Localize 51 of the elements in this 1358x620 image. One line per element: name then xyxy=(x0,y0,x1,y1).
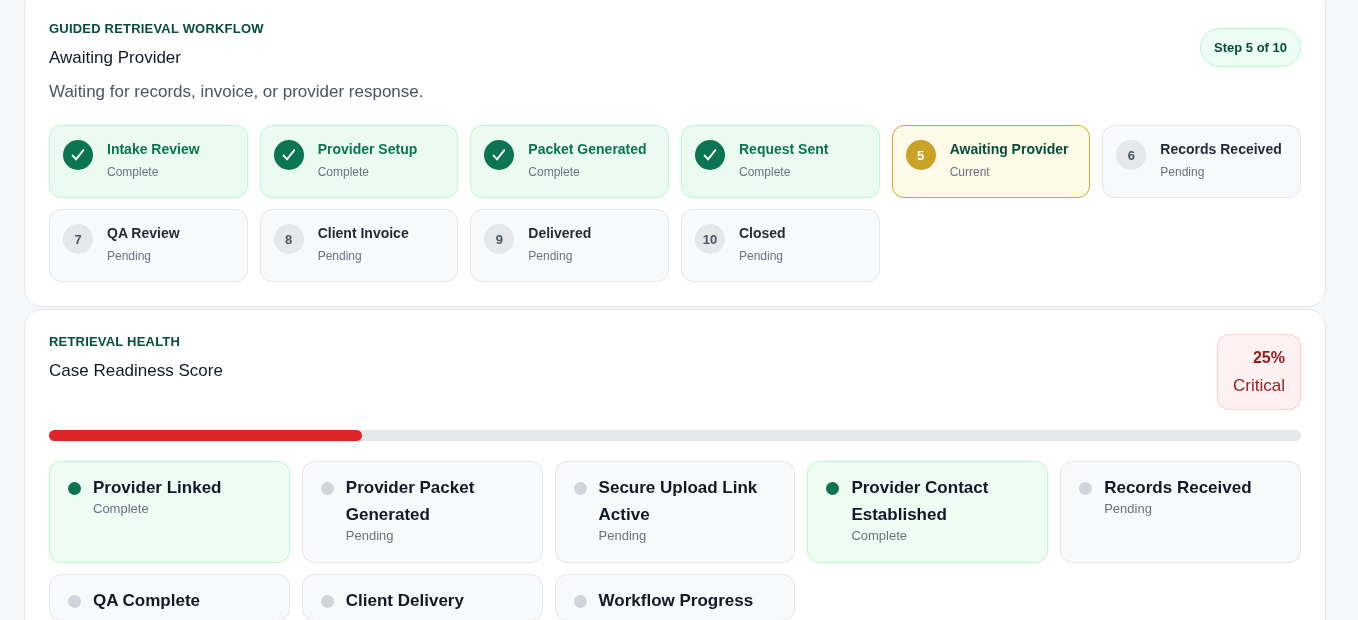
check-title: Records Received xyxy=(1104,477,1252,499)
check-icon xyxy=(63,140,93,170)
step-number: 7 xyxy=(63,224,93,254)
check-icon xyxy=(273,140,304,170)
step-status: Pending xyxy=(317,249,363,263)
step-status: Pending xyxy=(107,249,153,263)
step-status: Complete xyxy=(317,165,370,179)
step-status: Complete xyxy=(107,165,160,179)
check-status: Complete xyxy=(851,528,909,543)
section-label: RETRIEVAL HEALTH xyxy=(49,334,182,349)
step-title: Delivered xyxy=(528,225,592,241)
step-number: 6 xyxy=(1116,140,1147,170)
check-title: QA Complete xyxy=(93,590,201,612)
section-label: GUIDED RETRIEVAL WORKFLOW xyxy=(49,21,265,36)
step-status: Pending xyxy=(528,249,574,263)
check-title: Workflow Progress xyxy=(598,590,754,612)
step-number: 9 xyxy=(484,224,515,254)
step-title: Records Received xyxy=(1160,141,1282,157)
step-title: Intake Review xyxy=(107,141,200,157)
stage-title: Awaiting Provider xyxy=(49,48,182,68)
step-title: Closed xyxy=(739,225,786,241)
check-status: Pending xyxy=(1104,501,1153,516)
stage-description: Waiting for records, invoice, or provider response. xyxy=(49,82,424,102)
check-title: Secure Upload Link Active xyxy=(598,477,759,526)
score-title: Case Readiness Score xyxy=(49,361,223,381)
step-badge: Step 5 of 10 xyxy=(1200,28,1301,67)
step-title: QA Review xyxy=(107,225,180,241)
step-status: Complete xyxy=(528,165,581,179)
step-number: 10 xyxy=(695,224,725,254)
score-value: 25% xyxy=(1252,349,1285,367)
step-title: Provider Setup xyxy=(317,141,418,157)
check-status: Pending xyxy=(345,528,395,543)
check-title: Provider Contact Established xyxy=(851,477,990,526)
check-status: Pending xyxy=(598,528,648,543)
check-status: Complete xyxy=(93,501,150,516)
check-title: Provider Linked xyxy=(93,477,222,499)
step-title: Packet Generated xyxy=(528,141,647,157)
check-icon xyxy=(484,140,515,170)
step-status: Complete xyxy=(739,165,792,179)
step-number: 5 xyxy=(905,140,936,170)
step-number: 8 xyxy=(273,224,304,254)
step-status: Current xyxy=(949,165,991,179)
check-icon xyxy=(695,140,725,170)
step-title: Awaiting Provider xyxy=(949,141,1069,157)
step-title: Client Invoice xyxy=(317,225,409,241)
step-status: Pending xyxy=(1160,165,1206,179)
check-title: Client Delivery xyxy=(345,590,464,612)
check-title: Provider Packet Generated xyxy=(345,477,476,526)
score-rating: Critical xyxy=(1233,376,1285,396)
step-status: Pending xyxy=(739,249,785,263)
step-title: Request Sent xyxy=(739,141,829,157)
